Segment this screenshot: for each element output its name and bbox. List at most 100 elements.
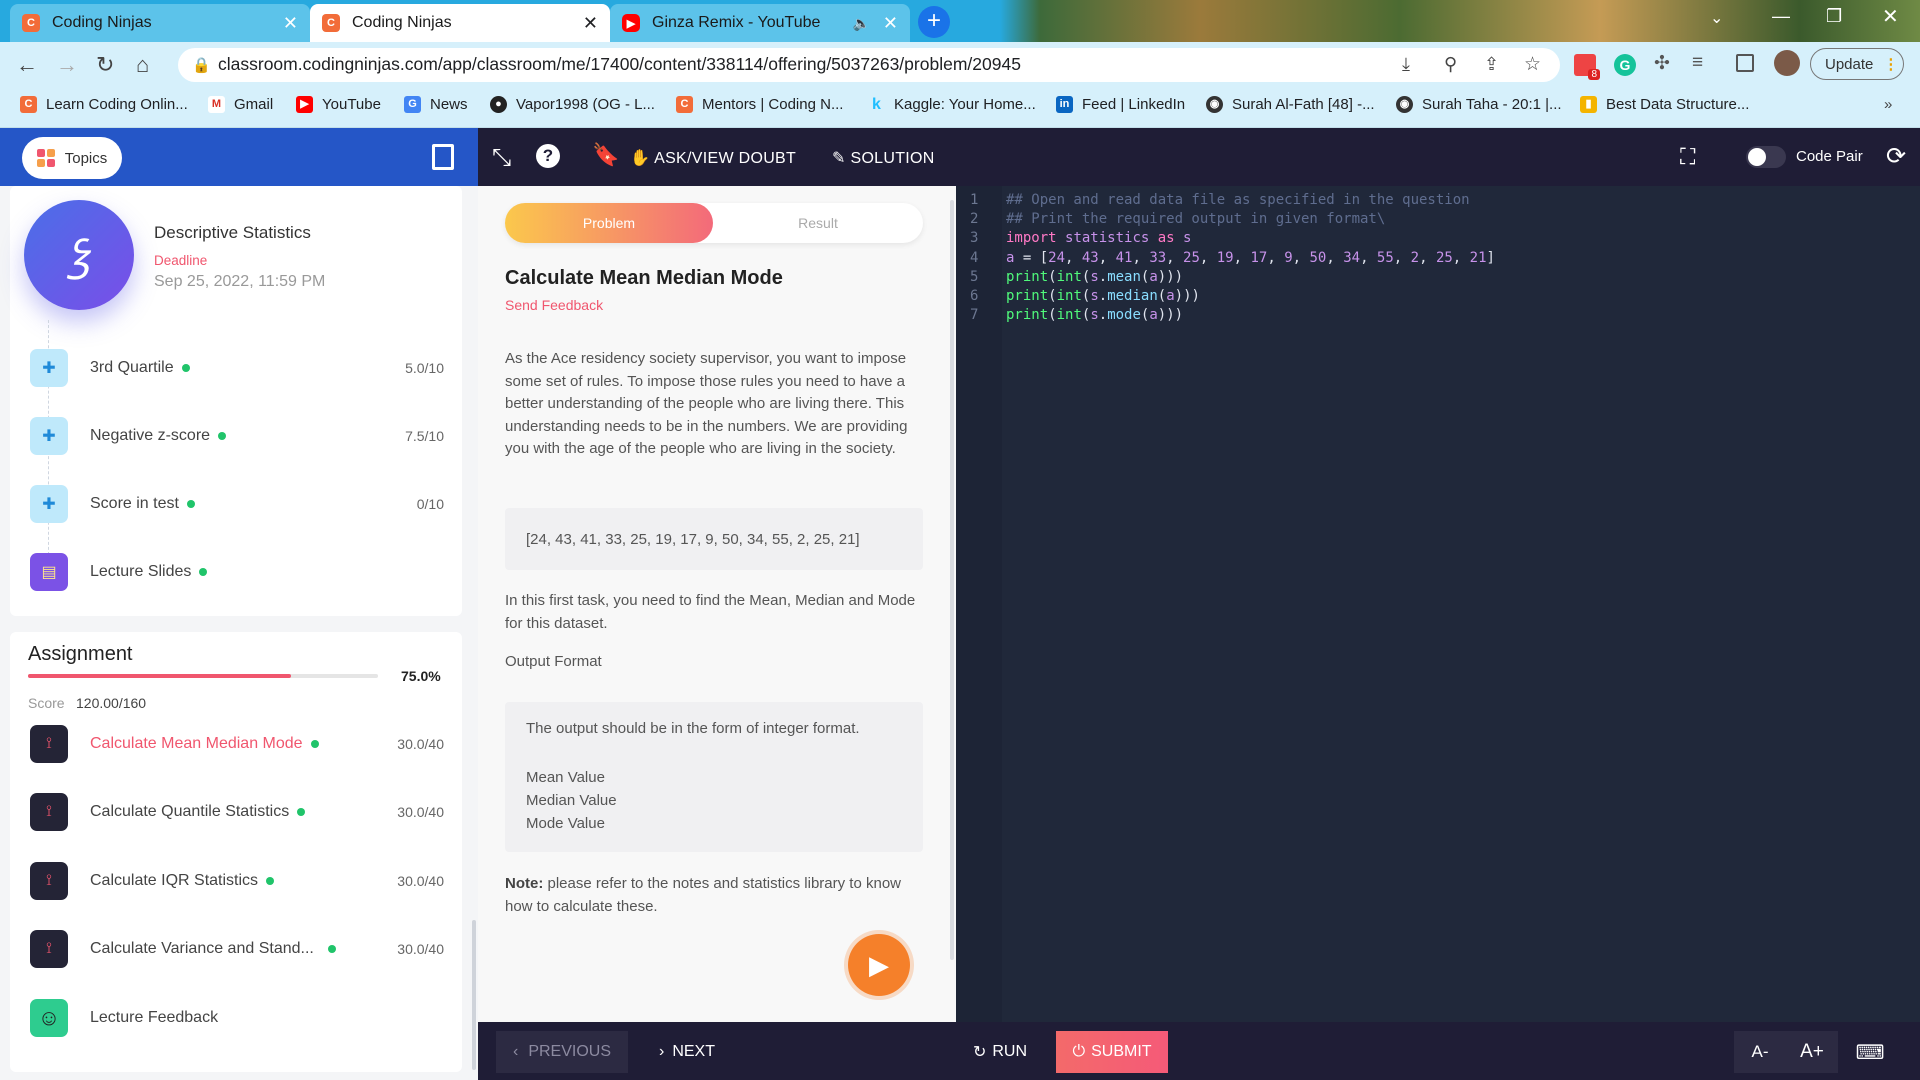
bookmark-item[interactable]: ▮ Best Data Structure... — [1580, 96, 1749, 113]
bar-chart-icon: ▮ — [1580, 96, 1597, 113]
fullscreen-icon[interactable]: ⛶ — [1680, 144, 1695, 170]
share-icon[interactable]: ⇪ — [1484, 54, 1499, 75]
minimize-icon[interactable]: — — [1772, 6, 1790, 27]
font-increase-button[interactable]: A+ — [1786, 1031, 1838, 1073]
close-tab-icon[interactable]: ✕ — [283, 13, 298, 34]
ask-doubt-button[interactable]: ✋ ASK/VIEW DOUBT — [630, 148, 796, 168]
home-icon[interactable]: ⌂ — [136, 52, 149, 78]
item-name: Calculate IQR Statistics — [90, 872, 259, 889]
code-pair-toggle[interactable] — [1746, 146, 1786, 168]
item-score: 30.0/40 — [397, 804, 444, 820]
play-video-button[interactable]: ▶ — [848, 934, 910, 996]
extension-icon[interactable]: 8 — [1574, 54, 1600, 80]
keyboard-icon[interactable]: ⌨ — [1846, 1031, 1894, 1073]
close-window-icon[interactable]: ✕ — [1882, 4, 1899, 29]
help-icon[interactable]: ? — [536, 144, 560, 168]
next-button[interactable]: › NEXT — [642, 1031, 732, 1073]
grammarly-icon[interactable]: G — [1614, 54, 1636, 76]
code-line-5[interactable]: print(int(s.mean(a))) — [1006, 269, 1183, 285]
bookmark-item[interactable]: C Learn Coding Onlin... — [20, 96, 188, 113]
assignment-item-active[interactable]: ⟟ Calculate Mean Median Mode 30.0/40 — [30, 721, 450, 767]
browser-tab-1[interactable]: C Coding Ninjas ✕ — [10, 4, 310, 42]
code-line-7[interactable]: print(int(s.mode(a))) — [1006, 307, 1183, 323]
browser-tab-2-active[interactable]: C Coding Ninjas ✕ — [310, 4, 610, 42]
refresh-icon[interactable]: ⟳ — [1886, 142, 1906, 171]
code-line-2[interactable]: ## Print the required output in given fo… — [1006, 211, 1385, 227]
bookmark-item[interactable]: ● Vapor1998 (OG - L... — [490, 96, 655, 113]
run-button[interactable]: ↻ RUN — [962, 1031, 1038, 1073]
expand-arrows-icon[interactable]: ⤡ — [492, 144, 511, 172]
previous-button[interactable]: ‹ PREVIOUS — [496, 1031, 628, 1073]
item-score: 30.0/40 — [397, 736, 444, 752]
list-item[interactable]: ▤ Lecture Slides — [30, 549, 450, 595]
close-tab-icon[interactable]: ✕ — [883, 13, 898, 34]
topics-button[interactable]: Topics — [22, 137, 122, 179]
forward-arrow-icon[interactable]: → — [56, 52, 78, 78]
assignment-item[interactable]: ⟟ Calculate Variance and Stand... 30.0/4… — [30, 926, 450, 972]
code-line-6[interactable]: print(int(s.median(a))) — [1006, 288, 1200, 304]
gmail-icon: M — [208, 96, 225, 113]
bookmark-item[interactable]: in Feed | LinkedIn — [1056, 96, 1185, 113]
status-dot — [218, 431, 227, 440]
tab-problem[interactable]: Problem — [505, 203, 713, 243]
more-bookmarks-icon[interactable]: » — [1884, 96, 1892, 113]
bookmark-item[interactable]: M Gmail — [208, 96, 273, 113]
bookmark-item[interactable]: G News — [404, 96, 468, 113]
bookmark-ribbon-icon[interactable]: 🔖 — [592, 142, 619, 168]
sidebar-scrollbar[interactable] — [472, 920, 476, 1070]
profile-avatar[interactable] — [1774, 50, 1800, 76]
line-number: 4 — [970, 250, 979, 266]
new-tab-button[interactable]: + — [918, 6, 950, 38]
bookmark-item[interactable]: ◉ Surah Taha - 20:1 |... — [1396, 96, 1562, 113]
bookmark-item[interactable]: C Mentors | Coding N... — [676, 96, 843, 113]
download-icon[interactable]: ⤓ — [1402, 54, 1410, 75]
kaggle-icon: k — [872, 96, 881, 113]
next-label: NEXT — [672, 1043, 715, 1060]
solution-label: SOLUTION — [850, 150, 935, 167]
list-item[interactable]: ✚ Negative z-score 7.5/10 — [30, 413, 450, 459]
lecture-feedback-item[interactable]: ☺ Lecture Feedback — [30, 995, 450, 1041]
solution-button[interactable]: ✎ SOLUTION — [832, 148, 935, 168]
assignment-item[interactable]: ⟟ Calculate IQR Statistics 30.0/40 — [30, 858, 450, 904]
font-decrease-button[interactable]: A- — [1734, 1031, 1786, 1073]
problem-scrollbar[interactable] — [950, 200, 954, 960]
close-tab-icon[interactable]: ✕ — [583, 13, 598, 34]
bookmark-item[interactable]: k Kaggle: Your Home... — [868, 96, 1036, 113]
update-button[interactable]: Update ⋮ — [1810, 48, 1904, 80]
line-number: 3 — [970, 230, 979, 246]
assignment-item[interactable]: ⟟ Calculate Quantile Statistics 30.0/40 — [30, 789, 450, 835]
tab-result[interactable]: Result — [713, 203, 923, 243]
audio-playing-icon[interactable]: 🔈 — [853, 15, 870, 32]
restore-icon[interactable]: ❐ — [1826, 6, 1842, 27]
quran-icon: ◉ — [1206, 96, 1223, 113]
code-line-4[interactable]: a = [24, 43, 41, 33, 25, 19, 17, 9, 50, … — [1006, 250, 1495, 266]
media-control-icon[interactable]: ≡ — [1692, 52, 1703, 74]
list-item[interactable]: ✚ 3rd Quartile 5.0/10 — [30, 345, 450, 391]
tab-search-chevron-down-icon[interactable]: ⌄ — [1710, 8, 1723, 28]
code-flow-icon: ⟟ — [30, 930, 68, 968]
send-feedback-link[interactable]: Send Feedback — [505, 297, 603, 313]
lock-icon[interactable]: 🔒 — [192, 56, 211, 74]
code-line-1[interactable]: ## Open and read data file as specified … — [1006, 192, 1470, 208]
list-item[interactable]: ✚ Score in test 0/10 — [30, 481, 450, 527]
item-score: 7.5/10 — [405, 428, 444, 444]
bookmark-label: Surah Al-Fath [48] -... — [1232, 96, 1375, 113]
item-name: Calculate Mean Median Mode — [90, 735, 303, 752]
back-arrow-icon[interactable]: ← — [16, 52, 38, 78]
submit-button[interactable]: ⏻ SUBMIT — [1056, 1031, 1168, 1073]
extensions-puzzle-icon[interactable]: ✣ — [1654, 52, 1670, 75]
zoom-icon[interactable]: ⚲ — [1444, 54, 1457, 75]
bookmark-label: Feed | LinkedIn — [1082, 96, 1186, 113]
bookmark-item[interactable]: ▶ YouTube — [296, 96, 381, 113]
url-text[interactable]: classroom.codingninjas.com/app/classroom… — [218, 54, 1021, 75]
bookmarks-icon[interactable] — [432, 144, 454, 170]
status-dot — [181, 363, 190, 372]
code-line-3[interactable]: import statistics as s — [1006, 230, 1191, 246]
reload-icon[interactable]: ↻ — [96, 52, 114, 78]
item-name: Negative z-score — [90, 427, 211, 444]
linkedin-icon: in — [1056, 96, 1073, 113]
side-panel-icon[interactable] — [1736, 54, 1754, 72]
browser-tab-3[interactable]: ▶ Ginza Remix - YouTube 🔈 ✕ — [610, 4, 910, 42]
bookmark-star-icon[interactable]: ☆ — [1524, 53, 1541, 76]
bookmark-item[interactable]: ◉ Surah Al-Fath [48] -... — [1206, 96, 1375, 113]
